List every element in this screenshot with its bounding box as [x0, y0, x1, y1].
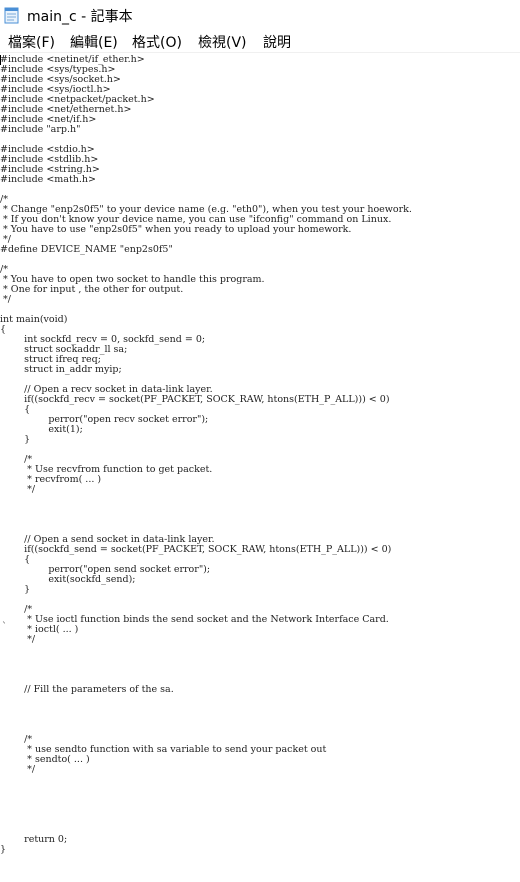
title-bar: main_c - 記事本 — [0, 0, 520, 30]
code-line: #include <math.h> — [0, 174, 96, 185]
code-line: int main(void) — [0, 314, 68, 325]
code-line: * One for input , the other for output. — [0, 284, 184, 295]
code-line: */ — [0, 484, 36, 495]
code-line: */ — [0, 634, 36, 645]
window-title: main_c - 記事本 — [27, 9, 133, 25]
code-line: * You have to use "enp2s0f5" when you re… — [0, 224, 352, 235]
menu-bar: 檔案(F) 編輯(E) 格式(O) 檢視(V) 說明 — [0, 30, 520, 53]
notepad-icon — [4, 6, 20, 24]
menu-edit[interactable]: 編輯(E) — [69, 32, 119, 52]
stray-mark: ` — [2, 622, 7, 633]
code-line: } — [0, 844, 7, 855]
code-line: struct in_addr myip; — [0, 364, 122, 375]
code-line: if((sockfd_send = socket(PF_PACKET, SOCK… — [0, 544, 392, 555]
code-line: } — [0, 434, 31, 445]
code-line: if((sockfd_recv = socket(PF_PACKET, SOCK… — [0, 394, 390, 405]
code-line: return 0; — [0, 834, 68, 845]
menu-file[interactable]: 檔案(F) — [7, 32, 56, 52]
code-line: } — [0, 584, 31, 595]
code-line: #include "arp.h" — [0, 124, 81, 135]
menu-format[interactable]: 格式(O) — [131, 32, 183, 52]
code-line: */ — [0, 764, 36, 775]
code-line: // Fill the parameters of the sa. — [0, 684, 174, 695]
menu-view[interactable]: 檢視(V) — [197, 32, 248, 52]
code-line: #define DEVICE_NAME "enp2s0f5" — [0, 244, 173, 255]
text-editor-area[interactable]: #include <netinet/if_ether.h> #include <s… — [0, 54, 520, 882]
code-line: */ — [0, 294, 11, 305]
menu-help[interactable]: 說明 — [262, 32, 292, 52]
text-caret — [0, 55, 1, 65]
